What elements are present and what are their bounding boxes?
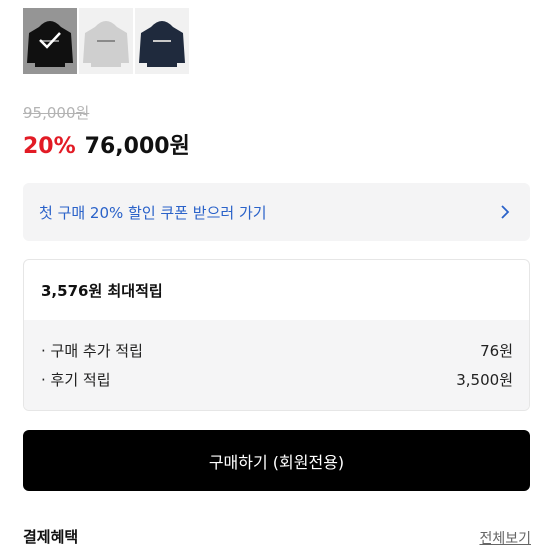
chevron-right-icon	[501, 205, 510, 219]
points-breakdown: · 구매 추가 적립 76원 · 후기 적립 3,500원	[24, 320, 529, 410]
thumbnail-gray-hoodie[interactable]	[79, 8, 133, 74]
points-item-value: 76원	[480, 342, 513, 360]
points-item: · 후기 적립 3,500원	[41, 366, 513, 395]
hoodie-image	[139, 21, 185, 67]
color-thumbnails	[23, 8, 189, 74]
coupon-banner[interactable]: 첫 구매 20% 할인 쿠폰 받으러 가기	[23, 183, 530, 241]
sale-price: 76,000원	[84, 134, 190, 159]
hoodie-image	[83, 21, 129, 67]
thumbnail-black-hoodie[interactable]	[23, 8, 77, 74]
check-icon	[39, 32, 61, 49]
points-item-label: · 후기 적립	[41, 371, 111, 389]
points-card: 3,576원 최대적립 · 구매 추가 적립 76원 · 후기 적립 3,500…	[23, 259, 530, 411]
points-item-label: · 구매 추가 적립	[41, 342, 143, 360]
payment-benefits-title: 결제혜택	[23, 528, 79, 546]
price-row: 20% 76,000원	[23, 128, 190, 160]
points-item: · 구매 추가 적립 76원	[41, 337, 513, 366]
points-item-value: 3,500원	[456, 371, 513, 389]
points-title: 3,576원 최대적립	[41, 281, 163, 300]
coupon-label: 첫 구매 20% 할인 쿠폰 받으러 가기	[39, 203, 267, 222]
thumbnail-navy-hoodie[interactable]	[135, 8, 189, 74]
view-all-link[interactable]: 전체보기	[479, 528, 531, 548]
buy-button[interactable]: 구매하기 (회원전용)	[23, 430, 530, 491]
original-price: 95,000원	[23, 104, 90, 122]
discount-rate: 20%	[23, 134, 76, 159]
